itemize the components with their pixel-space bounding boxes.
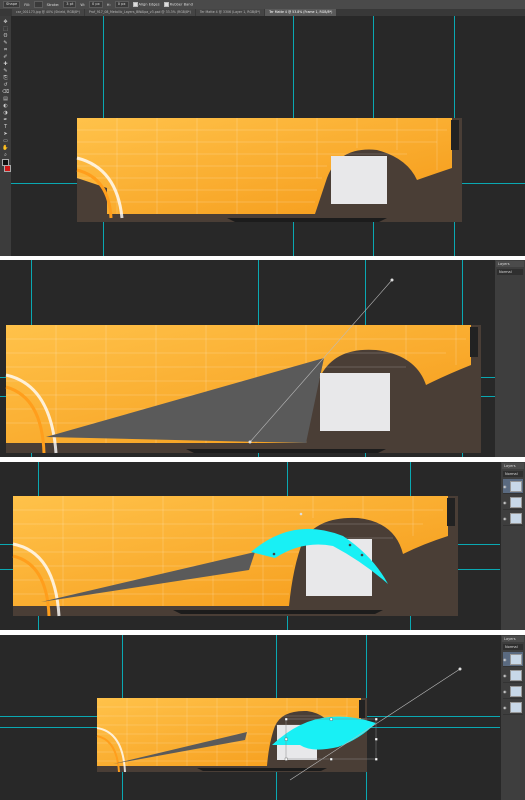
pen-path-overlay xyxy=(272,512,364,557)
layer-row[interactable]: ◉ xyxy=(503,479,523,494)
bezier-handle-point[interactable] xyxy=(458,667,462,671)
layer-thumbnail xyxy=(510,653,522,665)
photoshop-window-step-4: Layers Normal ◉ ◉ ◉ ◉ xyxy=(0,635,525,800)
height-field[interactable]: 0 px xyxy=(114,1,129,8)
blur-tool-icon[interactable]: ◐ xyxy=(2,103,9,109)
panel-tab-layers[interactable]: Layers xyxy=(502,636,524,642)
document-tab[interactable]: Prof_917_08_Metallic_Layers_BWAlpa_v3.ps… xyxy=(84,9,195,16)
layer-row[interactable]: ◉ xyxy=(503,511,523,526)
tool-mode-select[interactable]: Shape xyxy=(3,1,21,8)
path-selection-tool-icon[interactable]: ➤ xyxy=(2,131,9,137)
visibility-eye-icon[interactable]: ◉ xyxy=(503,673,508,678)
photoshop-window-step-2: Layers Normal xyxy=(0,260,525,457)
anchor-point[interactable] xyxy=(272,552,276,556)
panel-tab-layers[interactable]: Layers xyxy=(496,261,524,267)
transform-handle[interactable] xyxy=(329,757,333,761)
marquee-tool-icon[interactable]: ⬚ xyxy=(2,26,9,32)
height-label: H: xyxy=(106,2,111,7)
document-tab-bar: car_001173.jpg @ 40% (Shield, RGB/8*) Pr… xyxy=(0,9,525,16)
transform-handle[interactable] xyxy=(374,757,378,761)
headlight-edge xyxy=(451,120,459,150)
visibility-eye-icon[interactable]: ◉ xyxy=(503,705,508,710)
fill-swatch[interactable] xyxy=(34,1,43,8)
bezier-handle-point[interactable] xyxy=(390,278,394,282)
layer-row[interactable]: ◉ xyxy=(503,652,523,667)
white-placeholder-rect xyxy=(331,156,387,204)
panel-tab-layers[interactable]: Layers xyxy=(502,463,524,469)
anchor-point[interactable] xyxy=(348,543,352,547)
gradient-tool-icon[interactable]: ▤ xyxy=(2,96,9,102)
history-brush-tool-icon[interactable]: ↺ xyxy=(2,82,9,88)
anchor-point[interactable] xyxy=(360,553,364,557)
move-tool-icon[interactable]: ✥ xyxy=(2,19,9,25)
crop-tool-icon[interactable]: ⌗ xyxy=(2,47,9,53)
blend-mode-select[interactable]: Normal xyxy=(503,471,523,477)
photoshop-window-step-1: Shape Fill: Stroke: 3 pt W: 0 px H: 0 px… xyxy=(0,0,525,256)
checkbox-icon xyxy=(163,2,169,7)
pen-path-overlay xyxy=(272,667,462,781)
layers-panel: Layers Normal ◉ ◉ ◉ ◉ xyxy=(501,635,525,800)
shape-tool-icon[interactable]: ▭ xyxy=(2,138,9,144)
transform-handle[interactable] xyxy=(284,717,288,721)
transform-handle[interactable] xyxy=(329,717,333,721)
healing-brush-tool-icon[interactable]: ✚ xyxy=(2,61,9,67)
layer-thumbnail xyxy=(510,480,522,492)
type-tool-icon[interactable]: T xyxy=(2,124,9,130)
transform-handle[interactable] xyxy=(284,757,288,761)
document-tab[interactable]: Ter Matte 4 @ 3306 (Layer 1, RGB/8*) xyxy=(195,9,265,16)
zoom-tool-icon[interactable]: ⌕ xyxy=(2,152,9,158)
layer-thumbnail xyxy=(510,685,522,697)
layers-panel: Layers Normal xyxy=(495,260,525,457)
width-label: W: xyxy=(80,2,85,7)
blend-mode-select[interactable]: Normal xyxy=(497,269,523,275)
car-side-texture-canvas[interactable] xyxy=(76,118,462,222)
layer-thumbnail xyxy=(510,669,522,681)
layer-row[interactable]: ◉ xyxy=(503,684,523,699)
layer-thumbnail xyxy=(510,512,522,524)
layer-row[interactable]: ◉ xyxy=(503,700,523,715)
align-edges-checkbox[interactable]: Align Edges xyxy=(132,2,160,7)
blend-mode-select[interactable]: Normal xyxy=(503,644,523,650)
quick-select-tool-icon[interactable]: ✎ xyxy=(2,40,9,46)
layer-thumbnail xyxy=(510,701,522,713)
bezier-handle-point[interactable] xyxy=(299,512,303,516)
bezier-handle-line xyxy=(249,279,393,443)
visibility-eye-icon[interactable]: ◉ xyxy=(503,657,508,662)
visibility-eye-icon[interactable]: ◉ xyxy=(503,516,508,521)
bezier-handle-point[interactable] xyxy=(248,440,252,444)
layer-row[interactable]: ◉ xyxy=(503,668,523,683)
checkbox-icon xyxy=(132,2,138,7)
cyan-swoosh-shape[interactable] xyxy=(272,716,376,750)
fill-label: Fill: xyxy=(24,2,31,7)
transform-handle[interactable] xyxy=(374,717,378,721)
layers-panel: Layers Normal ◉ ◉ ◉ xyxy=(501,462,525,630)
visibility-eye-icon[interactable]: ◉ xyxy=(503,500,508,505)
background-color-swatch[interactable] xyxy=(3,165,11,172)
pen-path-overlay xyxy=(248,278,394,444)
layer-row[interactable]: ◉ xyxy=(503,495,523,510)
dodge-tool-icon[interactable]: ◑ xyxy=(2,110,9,116)
transform-handle[interactable] xyxy=(284,737,288,741)
tools-panel: ✥ ⬚ ʘ ✎ ⌗ ✐ ✚ ✎ ⎘ ↺ ⌫ ▤ ◐ ◑ ✒ T ➤ ▭ ✋ ⌕ xyxy=(0,16,11,256)
layer-thumbnail xyxy=(510,496,522,508)
pen-tool-icon[interactable]: ✒ xyxy=(2,117,9,123)
rubber-band-checkbox[interactable]: Rubber Band xyxy=(163,2,193,7)
visibility-eye-icon[interactable]: ◉ xyxy=(503,484,508,489)
clone-stamp-tool-icon[interactable]: ⎘ xyxy=(2,75,9,81)
document-tab-active[interactable]: Ter Matte 4 @ 53.8% (Frame 1, RGB/8*) xyxy=(265,9,337,16)
photoshop-window-step-3: Layers Normal ◉ ◉ ◉ xyxy=(0,462,525,630)
options-bar: Shape Fill: Stroke: 3 pt W: 0 px H: 0 px… xyxy=(0,0,525,9)
tire-tread-strip xyxy=(227,218,387,222)
stroke-width-field[interactable]: 3 pt xyxy=(63,1,77,8)
hand-tool-icon[interactable]: ✋ xyxy=(2,145,9,151)
eyedropper-tool-icon[interactable]: ✐ xyxy=(2,54,9,60)
eraser-tool-icon[interactable]: ⌫ xyxy=(2,89,9,95)
lasso-tool-icon[interactable]: ʘ xyxy=(2,33,9,39)
visibility-eye-icon[interactable]: ◉ xyxy=(503,689,508,694)
transform-handle[interactable] xyxy=(374,737,378,741)
stroke-label: Stroke: xyxy=(46,2,60,7)
document-tab[interactable]: car_001173.jpg @ 40% (Shield, RGB/8*) xyxy=(12,9,84,16)
width-field[interactable]: 0 px xyxy=(88,1,103,8)
brush-tool-icon[interactable]: ✎ xyxy=(2,68,9,74)
